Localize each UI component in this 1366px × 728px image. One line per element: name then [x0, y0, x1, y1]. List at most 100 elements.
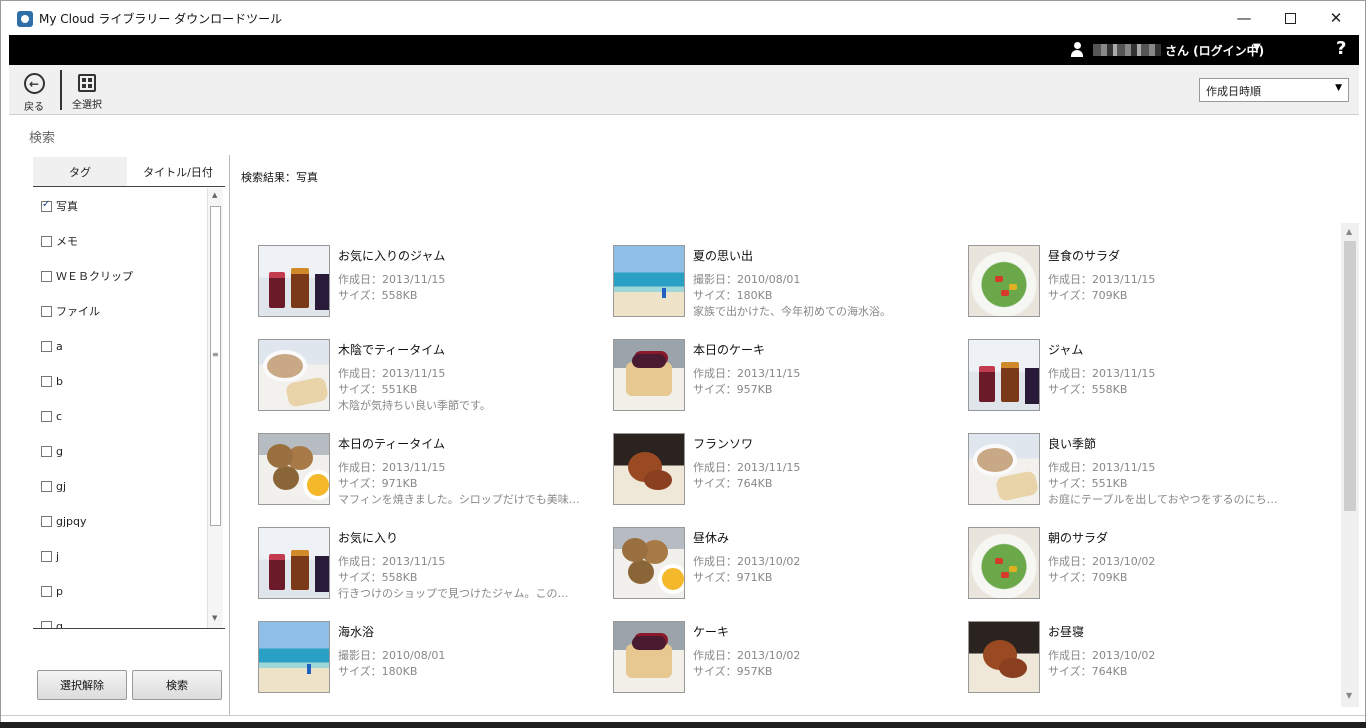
- result-thumbnail[interactable]: [968, 339, 1040, 411]
- toolbar-separator: [60, 70, 62, 110]
- result-thumbnail[interactable]: [258, 245, 330, 317]
- result-thumbnail[interactable]: [258, 621, 330, 693]
- tag-item[interactable]: q: [41, 616, 63, 628]
- tag-label: q: [56, 619, 63, 629]
- result-card[interactable]: 木陰でティータイム 作成日：2013/11/15 サイズ：551KB 木陰が気持ちい良…: [241, 317, 591, 412]
- result-card[interactable]: お気に入り 作成日：2013/11/15 サイズ：558KB 行きつけのショップで見つ…: [241, 505, 591, 600]
- back-button[interactable]: ← 戻る: [21, 65, 47, 115]
- tag-checkbox[interactable]: [41, 585, 52, 597]
- result-card[interactable]: 本日のケーキ 作成日：2013/11/15 サイズ：957KB: [596, 317, 946, 411]
- result-card[interactable]: 朝のサラダ 作成日：2013/10/02 サイズ：709KB: [951, 505, 1301, 599]
- tag-label: j: [56, 549, 60, 563]
- tag-item[interactable]: g: [41, 441, 63, 461]
- tag-checkbox[interactable]: [41, 515, 52, 527]
- maximize-icon: [1284, 12, 1296, 24]
- result-size: サイズ：709KB: [1048, 571, 1128, 584]
- tab-title-date[interactable]: タイトル/日付: [131, 157, 225, 186]
- scroll-down-icon[interactable]: ▼: [212, 614, 217, 622]
- search-button[interactable]: 検索: [132, 670, 222, 700]
- result-heading: 検索結果：写真: [241, 171, 318, 184]
- tag-item[interactable]: c: [41, 406, 62, 426]
- result-size: サイズ：764KB: [1048, 665, 1128, 678]
- result-card[interactable]: 良い季節 作成日：2013/11/15 サイズ：551KB お庭にテーブルを出しておや…: [951, 411, 1301, 506]
- result-size: サイズ：180KB: [338, 665, 418, 678]
- result-title: お気に入りのジャム: [338, 249, 446, 263]
- result-card[interactable]: ケーキ 作成日：2013/10/02 サイズ：957KB: [596, 599, 946, 693]
- result-thumbnail[interactable]: [258, 527, 330, 599]
- tag-item[interactable]: a: [41, 336, 63, 356]
- result-card[interactable]: 本日のティータイム 作成日：2013/11/15 サイズ：971KB マフィンを焼きま…: [241, 411, 591, 506]
- tag-item[interactable]: j: [41, 546, 59, 566]
- result-card[interactable]: 昼食のサラダ 作成日：2013/11/15 サイズ：709KB: [951, 223, 1301, 317]
- result-card[interactable]: 昼休み 作成日：2013/10/02 サイズ：971KB: [596, 505, 946, 599]
- result-card[interactable]: 海水浴 撮影日：2010/08/01 サイズ：180KB: [241, 599, 591, 693]
- result-title: ケーキ: [693, 625, 730, 639]
- result-card[interactable]: お昼寝 作成日：2013/10/02 サイズ：764KB: [951, 599, 1301, 693]
- tag-item[interactable]: b: [41, 371, 63, 391]
- search-title: 検索: [29, 131, 56, 146]
- tag-item[interactable]: ＷＥＢクリップ: [41, 266, 133, 286]
- result-date: 作成日：2013/10/02: [693, 649, 801, 662]
- tag-item[interactable]: 写真: [41, 196, 78, 216]
- result-thumbnail[interactable]: [613, 527, 685, 599]
- tag-checkbox[interactable]: [41, 375, 52, 387]
- results-scrollbar[interactable]: ▲ ▼: [1341, 223, 1359, 707]
- result-thumbnail[interactable]: [258, 433, 330, 505]
- result-title: お気に入り: [338, 531, 399, 545]
- scroll-up-icon[interactable]: ▲: [212, 191, 217, 199]
- tag-item[interactable]: gj: [41, 476, 66, 496]
- result-thumbnail[interactable]: [968, 621, 1040, 693]
- tag-checkbox[interactable]: [41, 340, 52, 352]
- scroll-down-icon[interactable]: ▼: [1346, 691, 1352, 700]
- panel-divider: [229, 155, 230, 715]
- tag-checkbox[interactable]: [41, 480, 52, 492]
- result-thumbnail[interactable]: [613, 433, 685, 505]
- tag-item[interactable]: メモ: [41, 231, 78, 251]
- result-thumbnail[interactable]: [613, 339, 685, 411]
- minimize-button[interactable]: —: [1221, 1, 1267, 35]
- result-card[interactable]: お気に入りのジャム 作成日：2013/11/15 サイズ：558KB: [241, 223, 591, 317]
- result-thumbnail[interactable]: [968, 245, 1040, 317]
- tag-checkbox[interactable]: [41, 620, 52, 628]
- tag-checkbox[interactable]: [41, 550, 52, 562]
- clear-selection-button[interactable]: 選択解除: [37, 670, 127, 700]
- user-icon: [1071, 42, 1083, 57]
- tag-checkbox[interactable]: [41, 410, 52, 422]
- tag-checkbox[interactable]: [41, 445, 52, 457]
- help-icon[interactable]: ?: [1336, 38, 1346, 59]
- results-grid: お気に入りのジャム 作成日：2013/11/15 サイズ：558KB 夏の思い出 撮影日…: [241, 223, 1337, 707]
- tag-checkbox[interactable]: [41, 199, 52, 212]
- tag-item[interactable]: ファイル: [41, 301, 100, 321]
- result-date: 撮影日：2010/08/01: [338, 649, 446, 662]
- maximize-button[interactable]: [1267, 1, 1313, 35]
- scroll-up-icon[interactable]: ▲: [1346, 227, 1352, 236]
- tag-item[interactable]: gjpqy: [41, 511, 87, 531]
- back-label: 戻る: [24, 102, 44, 113]
- tag-list-scrollbar[interactable]: ▲ ≡ ▼: [207, 188, 223, 628]
- result-card[interactable]: 夏の思い出 撮影日：2010/08/01 サイズ：180KB 家族で出かけた、今年初め…: [596, 223, 946, 318]
- result-size: サイズ：558KB: [1048, 383, 1128, 396]
- result-thumbnail[interactable]: [613, 621, 685, 693]
- result-size: サイズ：180KB: [693, 289, 773, 302]
- close-button[interactable]: ✕: [1313, 1, 1359, 35]
- result-card[interactable]: ジャム 作成日：2013/11/15 サイズ：558KB: [951, 317, 1301, 411]
- result-thumbnail[interactable]: [968, 527, 1040, 599]
- sort-order-value: 作成日時順: [1206, 85, 1261, 98]
- result-size: サイズ：764KB: [693, 477, 773, 490]
- tag-checkbox[interactable]: [41, 270, 52, 282]
- account-dropdown-icon[interactable]: ▼: [1253, 42, 1261, 53]
- select-all-button[interactable]: 全選択: [69, 65, 105, 115]
- scrollbar-thumb[interactable]: [1344, 241, 1356, 511]
- result-thumbnail[interactable]: [258, 339, 330, 411]
- sort-order-select[interactable]: 作成日時順 ▼: [1199, 78, 1349, 102]
- result-date: 作成日：2013/11/15: [1048, 461, 1156, 474]
- taskbar-edge: [0, 722, 1366, 728]
- tab-tag[interactable]: タグ: [33, 157, 127, 186]
- result-card[interactable]: フランソワ 作成日：2013/11/15 サイズ：764KB: [596, 411, 946, 505]
- tag-item[interactable]: p: [41, 581, 63, 601]
- tag-checkbox[interactable]: [41, 235, 52, 247]
- tag-checkbox[interactable]: [41, 305, 52, 317]
- result-thumbnail[interactable]: [613, 245, 685, 317]
- result-thumbnail[interactable]: [968, 433, 1040, 505]
- scrollbar-thumb[interactable]: [210, 206, 221, 526]
